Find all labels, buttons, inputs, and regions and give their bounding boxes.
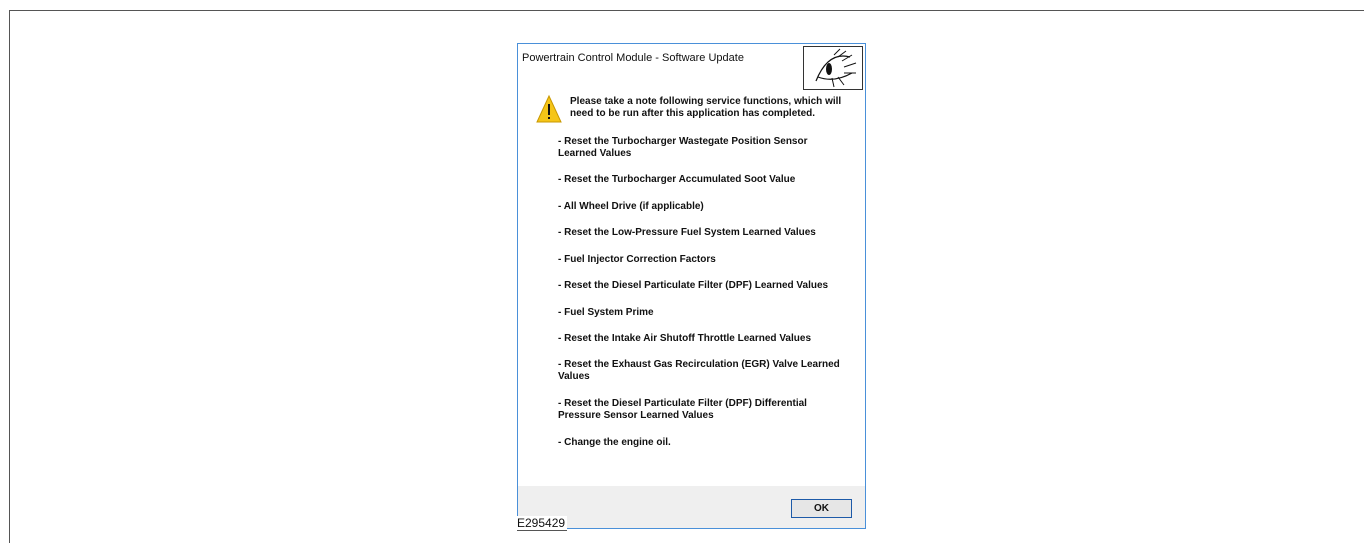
list-item: - Reset the Low-Pressure Fuel System Lea… [558, 227, 816, 238]
dialog-title: Powertrain Control Module - Software Upd… [522, 52, 744, 64]
list-item: - Reset the Exhaust Gas Recirculation (E… [558, 359, 840, 382]
list-item: - Reset the Diesel Particulate Filter (D… [558, 398, 807, 421]
list-item: - Fuel Injector Correction Factors [558, 254, 716, 265]
warning-icon [536, 94, 562, 124]
list-item: - Fuel System Prime [558, 307, 654, 318]
intro-text: Please take a note following service fun… [570, 96, 842, 119]
eye-manual-icon [803, 46, 863, 90]
list-item: - Change the engine oil. [558, 437, 671, 448]
ok-button[interactable]: OK [791, 499, 852, 518]
figure-id-label: E295429 [517, 516, 568, 531]
list-item: - Reset the Diesel Particulate Filter (D… [558, 280, 829, 291]
page: Powertrain Control Module - Software Upd… [0, 0, 1364, 543]
software-update-dialog: Powertrain Control Module - Software Upd… [517, 43, 866, 529]
list-item: - Reset the Turbocharger Accumulated Soo… [558, 174, 796, 185]
list-item: - All Wheel Drive (if applicable) [558, 201, 704, 212]
list-item: - Reset the Intake Air Shutoff Throttle … [558, 333, 812, 344]
list-item: - Reset the Turbocharger Wastegate Posit… [558, 136, 808, 159]
